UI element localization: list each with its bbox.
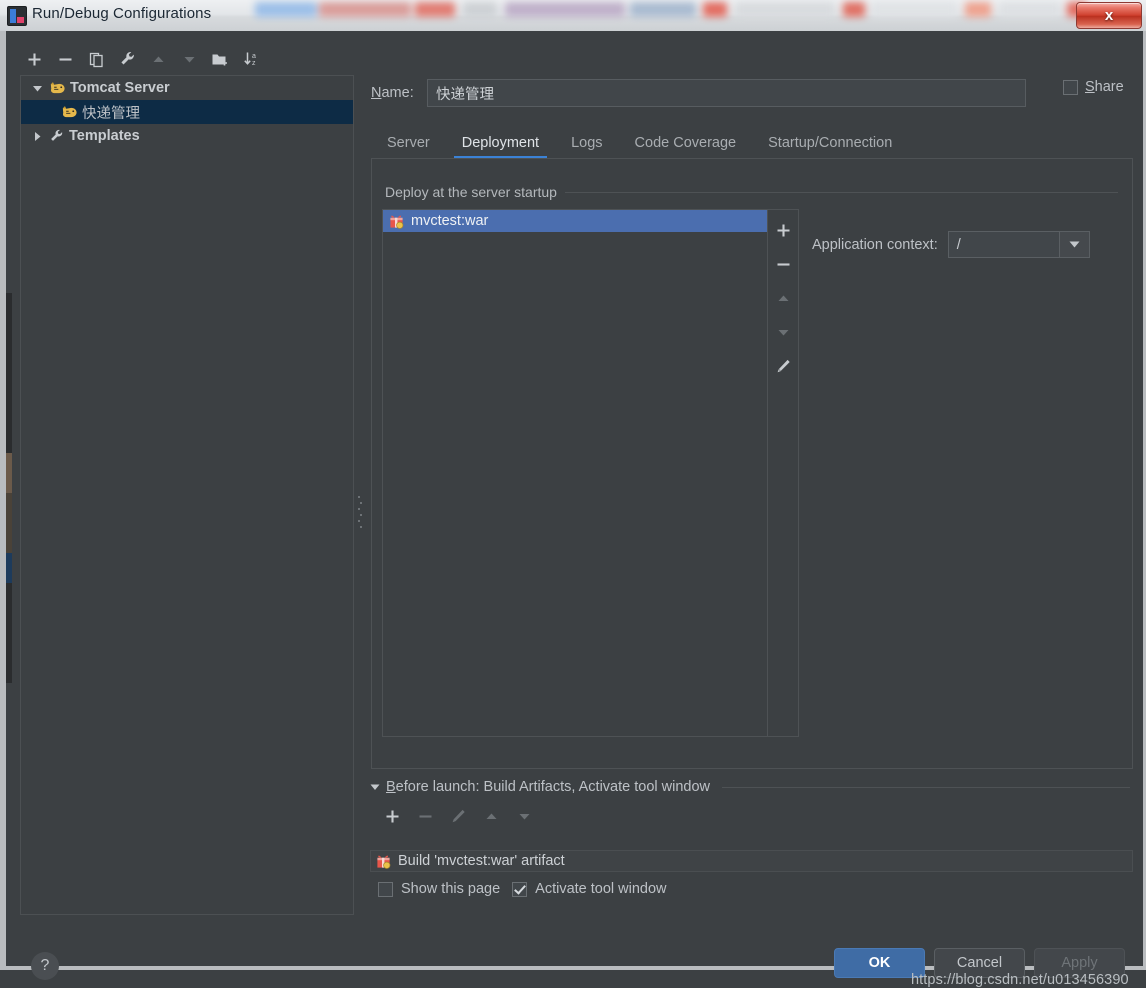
move-task-down-button	[510, 803, 538, 829]
before-launch-toolbar	[378, 803, 538, 829]
tomcat-cat-icon	[49, 81, 66, 96]
artifact-gift-icon	[376, 854, 391, 869]
configuration-editor-pane: Name: Share Server Deployment Logs Code …	[366, 44, 1136, 916]
window-title: Run/Debug Configurations	[32, 5, 212, 22]
before-launch-task-label: Build 'mvctest:war' artifact	[398, 853, 565, 869]
tree-node-templates[interactable]: Templates	[21, 124, 353, 148]
application-context-row: Application context: /	[812, 231, 1090, 258]
show-this-page-checkbox[interactable]: Show this page	[378, 881, 500, 897]
tree-node-label: Templates	[69, 128, 140, 144]
artifact-label: mvctest:war	[411, 213, 489, 229]
edit-task-button	[444, 803, 472, 829]
activate-tool-window-checkbox-box[interactable]	[512, 881, 528, 897]
sort-az-icon[interactable]: a z	[237, 46, 266, 72]
run-debug-configurations-dialog: Run/Debug Configurations x a z Tomcat Se…	[0, 0, 1146, 988]
wrench-icon	[49, 128, 65, 144]
copy-icon[interactable]	[82, 46, 111, 72]
before-launch-section: Before launch: Build Artifacts, Activate…	[368, 777, 1136, 897]
add-configuration-button[interactable]	[20, 46, 49, 72]
application-context-label: Application context:	[812, 236, 938, 253]
name-row: Name:	[371, 78, 1136, 108]
tree-node-tomcat-server[interactable]: Tomcat Server	[21, 76, 353, 100]
chevron-down-icon[interactable]	[1058, 232, 1089, 257]
before-launch-title: Before launch: Build Artifacts, Activate…	[386, 779, 711, 795]
activate-tool-window-label: Activate tool window	[535, 881, 667, 897]
wrench-icon[interactable]	[113, 46, 142, 72]
chevron-right-icon[interactable]	[29, 131, 45, 142]
window-edge-bleed	[6, 293, 12, 683]
tree-node-label: Tomcat Server	[70, 80, 170, 96]
close-icon[interactable]: x	[1076, 2, 1142, 29]
activate-tool-window-checkbox[interactable]: Activate tool window	[512, 881, 667, 897]
splitter-grip[interactable]	[358, 496, 362, 532]
share-label: Share	[1085, 79, 1124, 95]
move-artifact-down-button	[769, 317, 798, 347]
tree-node-kuaidi-guanli[interactable]: 快递管理	[21, 100, 353, 124]
tree-node-label: 快递管理	[82, 105, 140, 122]
panel-splitter[interactable]	[355, 76, 365, 916]
list-item[interactable]: mvctest:war	[383, 210, 767, 232]
move-task-up-button	[477, 803, 505, 829]
application-context-value[interactable]: /	[949, 232, 1059, 257]
artifact-gift-icon	[389, 214, 404, 229]
dialog-frame: a z Tomcat Server 快递管理 Templates Name: 快…	[0, 31, 1146, 988]
add-artifact-button[interactable]	[769, 215, 798, 245]
share-checkbox-box[interactable]	[1063, 79, 1078, 95]
edit-artifact-button[interactable]	[769, 351, 798, 381]
remove-artifact-button[interactable]	[769, 249, 798, 279]
tab-code-coverage[interactable]: Code Coverage	[619, 126, 753, 159]
help-button[interactable]: ?	[31, 952, 59, 980]
tab-startup-connection[interactable]: Startup/Connection	[752, 126, 908, 159]
remove-configuration-button[interactable]	[51, 46, 80, 72]
window-titlebar: Run/Debug Configurations x	[0, 0, 1146, 32]
intellij-idea-icon	[7, 6, 27, 26]
dialog-content: a z Tomcat Server 快递管理 Templates Name: 快…	[6, 31, 1143, 988]
watermark: https://blog.csdn.net/u013456390	[911, 972, 1129, 988]
configurations-toolbar: a z	[20, 44, 354, 74]
deployment-artifacts-list[interactable]: mvctest:war	[382, 209, 768, 737]
tab-logs[interactable]: Logs	[555, 126, 618, 159]
titlebar-background-blur	[255, 0, 1087, 22]
show-this-page-checkbox-box[interactable]	[378, 881, 393, 897]
configurations-pane: a z Tomcat Server 快递管理 Templates	[20, 44, 354, 916]
share-checkbox[interactable]: Share	[1063, 79, 1124, 95]
deployment-tab-panel: Deploy at the server startup mvctest:war…	[371, 158, 1133, 769]
configurations-tree[interactable]: Tomcat Server 快递管理 Templates	[20, 75, 354, 915]
svg-text:z: z	[252, 60, 256, 67]
name-label: Name:	[371, 85, 414, 101]
tab-deployment[interactable]: Deployment	[446, 126, 555, 159]
chevron-down-icon[interactable]	[29, 83, 45, 94]
before-launch-separator	[722, 786, 1130, 788]
deployment-list-toolbar	[768, 209, 799, 737]
remove-task-button	[411, 803, 439, 829]
move-artifact-up-button	[769, 283, 798, 313]
chevron-down-icon[interactable]	[370, 782, 380, 792]
arrow-up-icon	[144, 46, 173, 72]
configuration-tabs[interactable]: Server Deployment Logs Code Coverage Sta…	[371, 125, 1136, 159]
tomcat-cat-icon	[61, 105, 78, 120]
before-launch-task-row[interactable]: Build 'mvctest:war' artifact	[370, 850, 1133, 872]
svg-text:a: a	[252, 53, 256, 60]
folder-add-icon[interactable]	[206, 46, 235, 72]
show-this-page-label: Show this page	[401, 881, 501, 897]
before-launch-options: Show this page Activate tool window	[378, 881, 667, 897]
before-launch-header[interactable]: Before launch: Build Artifacts, Activate…	[368, 777, 1136, 797]
arrow-down-icon	[175, 46, 204, 72]
tab-server[interactable]: Server	[371, 126, 446, 159]
name-input[interactable]	[427, 79, 1026, 107]
add-task-button[interactable]	[378, 803, 406, 829]
deploy-group-title: Deploy at the server startup	[385, 184, 565, 200]
application-context-combobox[interactable]: /	[947, 231, 1090, 258]
